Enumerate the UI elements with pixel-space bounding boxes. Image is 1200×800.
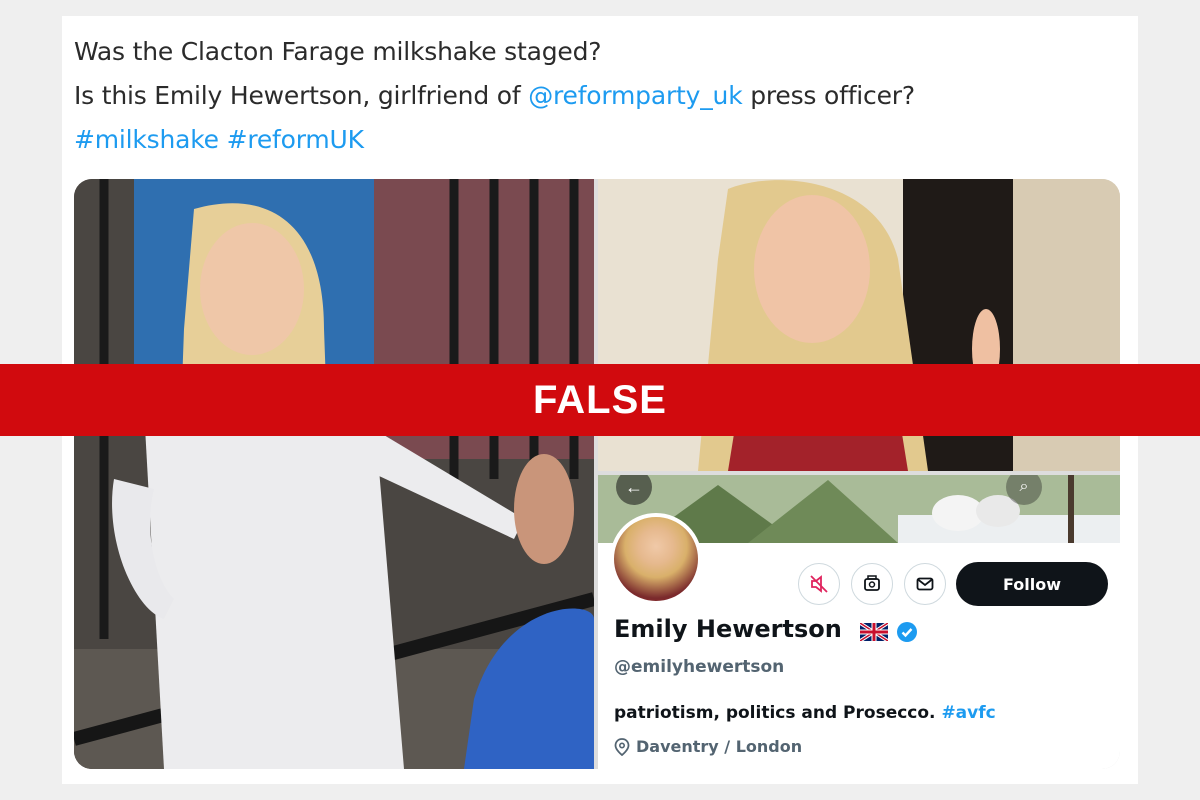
tweet-text: Was the Clacton Farage milkshake staged?… xyxy=(74,30,1114,162)
hashtag-reformuk-link[interactable]: #reformUK xyxy=(227,125,364,154)
bio-hashtag[interactable]: #avfc xyxy=(941,703,995,723)
bio: patriotism, politics and Prosecco. #avfc xyxy=(614,703,996,723)
mention-link[interactable]: @reformparty_uk xyxy=(528,81,742,110)
verdict-banner: FALSE xyxy=(0,364,1200,436)
tweet-line-2-suffix: press officer? xyxy=(742,81,915,110)
profile-screenshot: ← ⌕ Follow Emily Hewertson @emilyhewerts… xyxy=(598,475,1120,769)
uk-flag-icon xyxy=(860,623,888,641)
photo-left-illustration xyxy=(74,179,594,769)
location: Daventry / London xyxy=(614,737,802,756)
verdict-label: FALSE xyxy=(533,377,667,422)
tweet-line-2: Is this Emily Hewertson, girlfriend of @… xyxy=(74,74,1114,118)
tweet-line-1: Was the Clacton Farage milkshake staged? xyxy=(74,37,602,66)
subscribe-icon[interactable] xyxy=(851,563,893,605)
subscribe-icon-glyph xyxy=(864,575,880,591)
mute-icon-glyph xyxy=(810,575,828,593)
location-pin-icon xyxy=(614,737,630,756)
photo-left[interactable] xyxy=(74,179,594,769)
avatar[interactable] xyxy=(610,513,702,605)
location-text: Daventry / London xyxy=(636,737,803,756)
tweet-line-3: #milkshake #reformUK xyxy=(74,118,1114,162)
message-icon-glyph xyxy=(916,577,934,591)
bio-text: patriotism, politics and Prosecco. xyxy=(614,703,942,723)
follow-button[interactable]: Follow xyxy=(956,562,1108,606)
tweet-media: ← ⌕ Follow Emily Hewertson @emilyhewerts… xyxy=(74,179,1120,769)
tweet-line-2-prefix: Is this Emily Hewertson, girlfriend of xyxy=(74,81,529,110)
mute-icon[interactable] xyxy=(798,563,840,605)
display-name: Emily Hewertson xyxy=(614,615,842,643)
verified-badge-icon xyxy=(897,622,917,642)
message-icon[interactable] xyxy=(904,563,946,605)
hashtag-milkshake-link[interactable]: #milkshake xyxy=(74,125,219,154)
handle: @emilyhewertson xyxy=(614,657,785,677)
